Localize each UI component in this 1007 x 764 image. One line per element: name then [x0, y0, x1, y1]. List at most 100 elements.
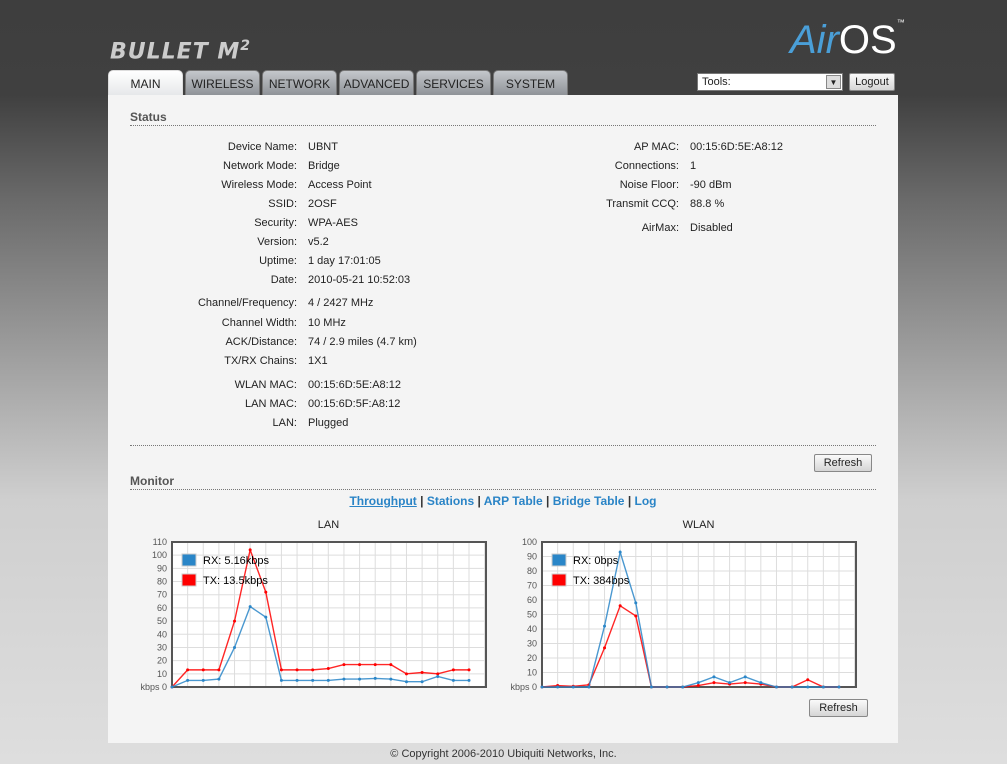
link-bridge-table[interactable]: Bridge Table: [553, 494, 625, 508]
tools-select[interactable]: Tools: ▼: [697, 73, 843, 91]
link-log[interactable]: Log: [635, 494, 657, 508]
legend-label: RX: 5.16kbps: [203, 555, 270, 567]
status-label: Date:: [270, 274, 297, 286]
y-tick-label: 70: [157, 590, 167, 600]
data-point: [358, 663, 362, 667]
legend-label: RX: 0bps: [573, 555, 619, 567]
tab-services[interactable]: SERVICES: [416, 70, 491, 95]
monitor-refresh-button[interactable]: Refresh: [809, 699, 868, 717]
y-tick-label: 50: [157, 616, 167, 626]
status-label: Channel/Frequency:: [197, 297, 297, 309]
tab-system[interactable]: SYSTEM: [493, 70, 568, 95]
status-label: AP MAC:: [633, 141, 679, 153]
status-value: UBNT: [308, 141, 338, 153]
status-label: Version:: [257, 236, 297, 248]
status-value: 1 day 17:01:05: [308, 255, 381, 267]
data-point: [821, 685, 825, 689]
legend-label: TX: 13.5kbps: [203, 575, 268, 587]
legend-label: TX: 384bps: [573, 575, 630, 587]
divider: [130, 445, 876, 446]
y-tick-label: 30: [527, 639, 537, 649]
tools-label: Tools:: [702, 76, 731, 88]
status-label: Uptime:: [259, 255, 297, 267]
data-point: [420, 680, 424, 684]
y-tick-label: 70: [527, 581, 537, 591]
status-value: 88.8 %: [690, 198, 725, 210]
status-value: 4 / 2427 MHz: [308, 297, 374, 309]
data-point: [295, 668, 299, 672]
status-value: 1: [690, 160, 697, 172]
data-point: [556, 685, 560, 689]
monitor-title: Monitor: [130, 474, 876, 490]
data-point: [467, 678, 471, 682]
y-tick-label: 50: [527, 610, 537, 620]
data-point: [201, 668, 205, 672]
status-value: 00:15:6D:5E:A8:12: [690, 141, 783, 153]
data-point: [451, 668, 455, 672]
data-point: [201, 678, 205, 682]
legend-swatch: [181, 553, 197, 567]
data-point: [451, 678, 455, 682]
status-label: LAN MAC:: [245, 398, 297, 410]
lan-chart: kbps 0 10 20 30 40 50 60 70 80 90 100 110 RX: 5.16kb…: [140, 537, 487, 692]
data-point: [311, 668, 315, 672]
tab-main[interactable]: MAIN: [108, 70, 183, 95]
tab-advanced[interactable]: ADVANCED: [339, 70, 414, 95]
data-point: [404, 680, 408, 684]
y-tick-label: 30: [157, 642, 167, 652]
data-point: [311, 678, 315, 682]
tab-wireless[interactable]: WIRELESS: [185, 70, 260, 95]
status-label: Connections:: [614, 160, 679, 172]
chevron-down-icon[interactable]: ▼: [826, 75, 841, 89]
link-throughput[interactable]: Throughput: [349, 494, 416, 508]
status-value: 2010-05-21 10:52:03: [308, 274, 411, 286]
data-point: [279, 678, 283, 682]
data-point: [233, 619, 237, 623]
data-point: [264, 590, 268, 594]
data-point: [279, 668, 283, 672]
data-point: [634, 601, 638, 605]
status-label: Wireless Mode:: [221, 179, 297, 191]
y-tick-label: 20: [157, 656, 167, 666]
legend-swatch: [551, 553, 567, 567]
status-label: AirMax:: [641, 222, 679, 234]
data-point: [649, 685, 653, 689]
data-point: [217, 677, 221, 681]
status-label: TX/RX Chains:: [224, 355, 297, 367]
data-point: [170, 685, 174, 689]
data-point: [712, 675, 716, 679]
data-point: [186, 668, 190, 672]
link-stations[interactable]: Stations: [427, 494, 474, 508]
data-point: [681, 685, 685, 689]
status-value: 00:15:6D:5F:A8:12: [308, 398, 401, 410]
y-tick-label: 10: [157, 669, 167, 679]
data-point: [326, 678, 330, 682]
data-point: [618, 604, 622, 608]
status-value: WPA-AES: [308, 217, 358, 229]
status-refresh-button[interactable]: Refresh: [814, 454, 872, 472]
data-point: [806, 685, 810, 689]
data-point: [467, 668, 471, 672]
data-point: [696, 681, 700, 685]
data-point: [743, 681, 747, 685]
data-point: [342, 663, 346, 667]
status-value: 10 MHz: [308, 317, 346, 329]
data-point: [389, 677, 393, 681]
data-point: [295, 678, 299, 682]
data-point: [603, 646, 607, 650]
footer-copyright: © Copyright 2006-2010 Ubiquiti Networks,…: [390, 748, 617, 760]
y-tick-label: 40: [527, 624, 537, 634]
logout-button[interactable]: Logout: [849, 73, 895, 91]
y-tick-label: 60: [527, 595, 537, 605]
tab-network[interactable]: NETWORK: [262, 70, 337, 95]
data-point: [634, 614, 638, 618]
data-point: [264, 615, 268, 619]
data-point: [326, 667, 330, 671]
status-label: LAN:: [272, 417, 297, 429]
status-value: 00:15:6D:5E:A8:12: [308, 379, 401, 391]
link-arp-table[interactable]: ARP Table: [484, 494, 543, 508]
legend-swatch: [181, 573, 197, 587]
y-tick-label: 100: [152, 550, 167, 560]
data-point: [806, 678, 810, 682]
data-point: [696, 684, 700, 688]
